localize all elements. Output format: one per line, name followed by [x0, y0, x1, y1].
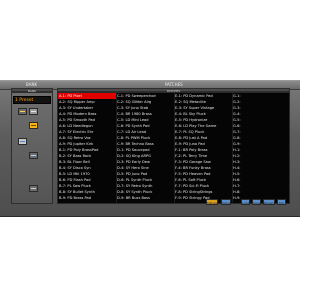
- patch-cell[interactable]: B-9: PD Brass Pad: [58, 195, 116, 201]
- rename-button[interactable]: Rename: [263, 199, 276, 205]
- patches-title: PATCHES: [165, 82, 183, 87]
- folder-icon[interactable]: [18, 108, 27, 115]
- copy-icon[interactable]: [29, 152, 38, 159]
- delete-button[interactable]: Del: [277, 199, 286, 205]
- disk-icon[interactable]: [29, 122, 38, 129]
- manage-button[interactable]: Manag.: [206, 199, 218, 205]
- patch-column: A-1: PD Pixel A-2: SQ Ripper Amp A-3: SY U…: [58, 93, 116, 203]
- patch-grid: A-1: PD Pixel A-2: SQ Ripper Amp A-3: SY U…: [57, 92, 290, 204]
- load-button[interactable]: Load: [241, 199, 250, 205]
- bank-selector[interactable]: 1 Preset: [13, 96, 51, 104]
- setup-button[interactable]: Setup: [221, 199, 231, 205]
- edit-icon[interactable]: [18, 138, 27, 145]
- patch-cell[interactable]: D-9: BR Buzz Bass: [116, 195, 174, 201]
- save-icon[interactable]: [29, 108, 38, 115]
- patch-column: G-1: G-2: G-3: G-4: G-5: G-6: G-7: G-8: …: [232, 93, 289, 203]
- patch-column: E-1: PD Dynamic Pad E-2: SQ Metaclite E-3:…: [174, 93, 232, 203]
- trash-icon[interactable]: [29, 185, 38, 192]
- plugin-window: BANK PATCHES BANK 1 Preset PATCHES A-1: …: [0, 80, 300, 217]
- bank-title: BANK: [26, 82, 38, 87]
- save-button[interactable]: Save: [252, 199, 261, 205]
- patch-column: C-1: PD Sweeperchoir C-2: SQ Glitter Alrg…: [116, 93, 174, 203]
